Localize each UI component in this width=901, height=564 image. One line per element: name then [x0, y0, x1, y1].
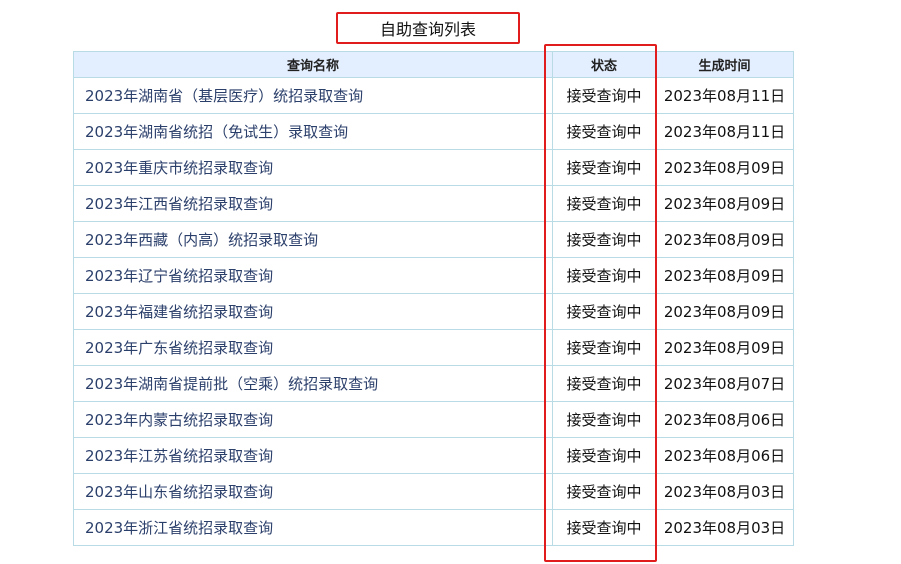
- date-cell: 2023年08月11日: [655, 113, 794, 150]
- status-cell: 接受查询中: [552, 365, 656, 402]
- date-cell: 2023年08月09日: [655, 185, 794, 222]
- status-cell: 接受查询中: [552, 329, 656, 366]
- status-cell: 接受查询中: [552, 509, 656, 546]
- status-cell: 接受查询中: [552, 185, 656, 222]
- date-cell: 2023年08月09日: [655, 221, 794, 258]
- header-query-name: 查询名称: [73, 51, 553, 78]
- table-row: 2023年内蒙古统招录取查询 接受查询中 2023年08月06日: [73, 401, 794, 438]
- query-name-cell[interactable]: 2023年福建省统招录取查询: [73, 293, 553, 330]
- table-row: 2023年江苏省统招录取查询 接受查询中 2023年08月06日: [73, 437, 794, 474]
- status-cell: 接受查询中: [552, 437, 656, 474]
- status-cell: 接受查询中: [552, 77, 656, 114]
- table-row: 2023年湖南省提前批（空乘）统招录取查询 接受查询中 2023年08月07日: [73, 365, 794, 402]
- table-row: 2023年广东省统招录取查询 接受查询中 2023年08月09日: [73, 329, 794, 366]
- status-cell: 接受查询中: [552, 293, 656, 330]
- header-status: 状态: [552, 51, 656, 78]
- date-cell: 2023年08月09日: [655, 257, 794, 294]
- query-name-cell[interactable]: 2023年山东省统招录取查询: [73, 473, 553, 510]
- date-cell: 2023年08月07日: [655, 365, 794, 402]
- date-cell: 2023年08月09日: [655, 149, 794, 186]
- header-generated-time: 生成时间: [655, 51, 794, 78]
- query-name-cell[interactable]: 2023年辽宁省统招录取查询: [73, 257, 553, 294]
- date-cell: 2023年08月09日: [655, 329, 794, 366]
- status-cell: 接受查询中: [552, 401, 656, 438]
- status-cell: 接受查询中: [552, 257, 656, 294]
- table-row: 2023年西藏（内高）统招录取查询 接受查询中 2023年08月09日: [73, 221, 794, 258]
- table-row: 2023年重庆市统招录取查询 接受查询中 2023年08月09日: [73, 149, 794, 186]
- query-link[interactable]: 2023年湖南省（基层医疗）统招录取查询: [85, 87, 363, 105]
- query-link[interactable]: 2023年西藏（内高）统招录取查询: [85, 231, 318, 249]
- date-cell: 2023年08月09日: [655, 293, 794, 330]
- table-row: 2023年福建省统招录取查询 接受查询中 2023年08月09日: [73, 293, 794, 330]
- table-row: 2023年山东省统招录取查询 接受查询中 2023年08月03日: [73, 473, 794, 510]
- query-link[interactable]: 2023年广东省统招录取查询: [85, 339, 273, 357]
- date-cell: 2023年08月06日: [655, 401, 794, 438]
- query-link[interactable]: 2023年江西省统招录取查询: [85, 195, 273, 213]
- table-row: 2023年湖南省（基层医疗）统招录取查询 接受查询中 2023年08月11日: [73, 77, 794, 114]
- table-header-row: 查询名称 状态 生成时间: [73, 51, 794, 78]
- query-link[interactable]: 2023年重庆市统招录取查询: [85, 159, 273, 177]
- query-list-table: 查询名称 状态 生成时间 2023年湖南省（基层医疗）统招录取查询 接受查询中 …: [73, 51, 794, 546]
- table-row: 2023年湖南省统招（免试生）录取查询 接受查询中 2023年08月11日: [73, 113, 794, 150]
- query-link[interactable]: 2023年湖南省提前批（空乘）统招录取查询: [85, 375, 378, 393]
- date-cell: 2023年08月03日: [655, 509, 794, 546]
- query-name-cell[interactable]: 2023年江苏省统招录取查询: [73, 437, 553, 474]
- query-name-cell[interactable]: 2023年浙江省统招录取查询: [73, 509, 553, 546]
- table-row: 2023年江西省统招录取查询 接受查询中 2023年08月09日: [73, 185, 794, 222]
- query-name-cell[interactable]: 2023年湖南省（基层医疗）统招录取查询: [73, 77, 553, 114]
- query-name-cell[interactable]: 2023年西藏（内高）统招录取查询: [73, 221, 553, 258]
- query-link[interactable]: 2023年湖南省统招（免试生）录取查询: [85, 123, 348, 141]
- query-link[interactable]: 2023年福建省统招录取查询: [85, 303, 273, 321]
- query-name-cell[interactable]: 2023年江西省统招录取查询: [73, 185, 553, 222]
- query-link[interactable]: 2023年浙江省统招录取查询: [85, 519, 273, 537]
- query-link[interactable]: 2023年江苏省统招录取查询: [85, 447, 273, 465]
- date-cell: 2023年08月06日: [655, 437, 794, 474]
- status-cell: 接受查询中: [552, 473, 656, 510]
- query-name-cell[interactable]: 2023年湖南省提前批（空乘）统招录取查询: [73, 365, 553, 402]
- table-row: 2023年辽宁省统招录取查询 接受查询中 2023年08月09日: [73, 257, 794, 294]
- query-link[interactable]: 2023年内蒙古统招录取查询: [85, 411, 273, 429]
- status-cell: 接受查询中: [552, 113, 656, 150]
- status-cell: 接受查询中: [552, 149, 656, 186]
- query-name-cell[interactable]: 2023年重庆市统招录取查询: [73, 149, 553, 186]
- page-title: 自助查询列表: [336, 12, 520, 44]
- query-link[interactable]: 2023年山东省统招录取查询: [85, 483, 273, 501]
- query-name-cell[interactable]: 2023年内蒙古统招录取查询: [73, 401, 553, 438]
- query-name-cell[interactable]: 2023年湖南省统招（免试生）录取查询: [73, 113, 553, 150]
- table-row: 2023年浙江省统招录取查询 接受查询中 2023年08月03日: [73, 509, 794, 546]
- query-link[interactable]: 2023年辽宁省统招录取查询: [85, 267, 273, 285]
- status-cell: 接受查询中: [552, 221, 656, 258]
- date-cell: 2023年08月03日: [655, 473, 794, 510]
- date-cell: 2023年08月11日: [655, 77, 794, 114]
- query-name-cell[interactable]: 2023年广东省统招录取查询: [73, 329, 553, 366]
